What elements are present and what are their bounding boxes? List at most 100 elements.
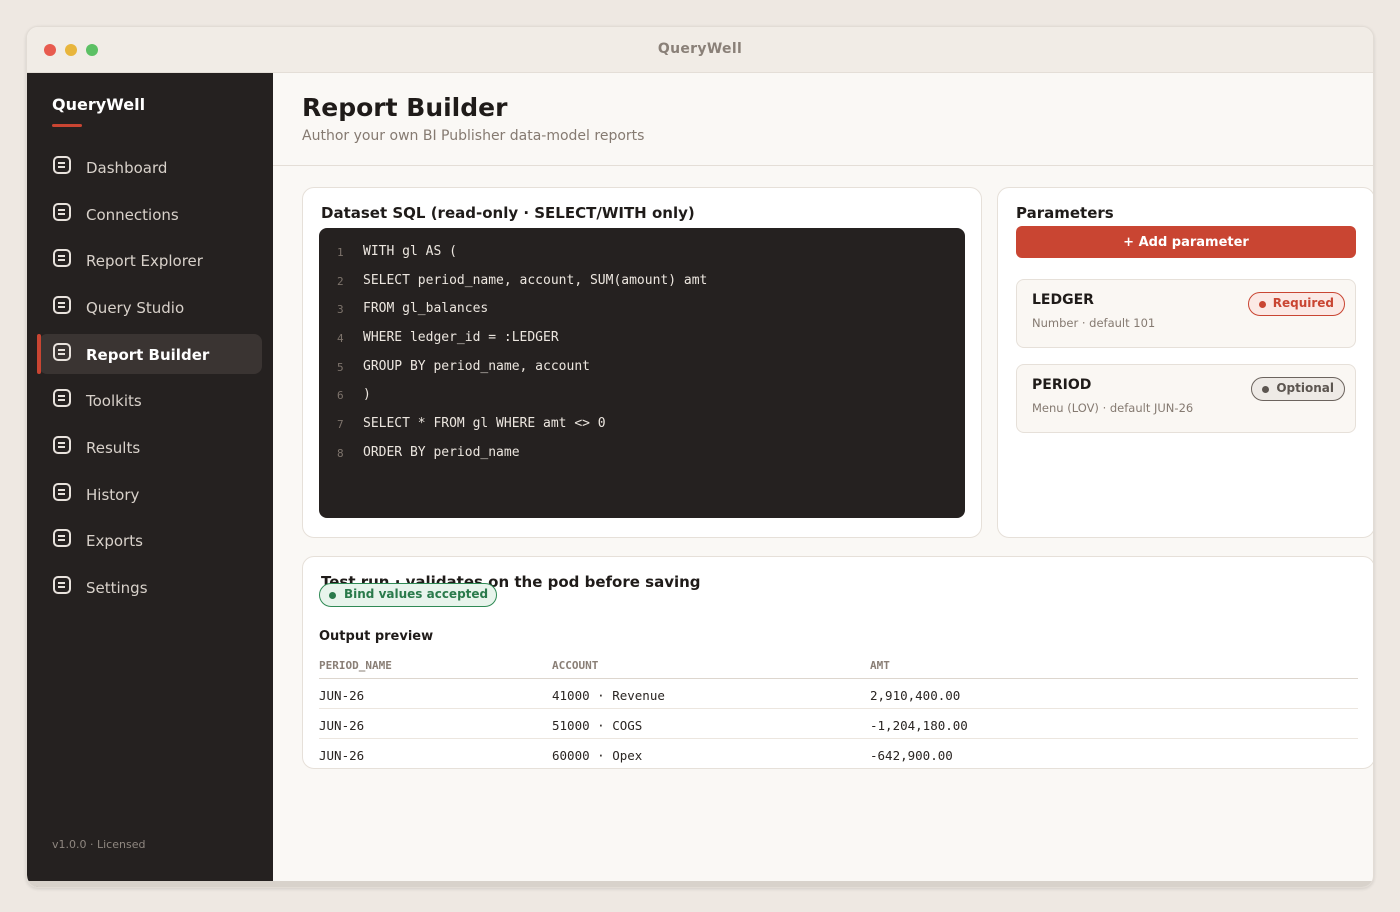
- code-line: 4 WHERE ledger_id = :LEDGER: [319, 328, 965, 357]
- title-bar: QueryWell: [27, 27, 1373, 73]
- dataset-sql-card: Dataset SQL (read-only · SELECT/WITH onl…: [302, 187, 982, 538]
- sidebar-item-label: Report Builder: [86, 346, 210, 364]
- table-cell: JUN-26: [319, 748, 365, 763]
- add-parameter-button[interactable]: + Add parameter: [1016, 226, 1356, 258]
- table-cell: 60000 · Opex: [552, 748, 643, 763]
- sidebar-brand: QueryWell: [52, 95, 146, 114]
- bind-status-badge: Bind values accepted: [319, 583, 498, 607]
- parameter-description: Menu (LOV) · default JUN-26: [1032, 401, 1194, 415]
- version-label: v1.0.0 · Licensed: [52, 838, 146, 851]
- parameter-period[interactable]: PERIOD Menu (LOV) · default JUN-26 Optio…: [1016, 364, 1356, 433]
- active-indicator: [37, 334, 41, 374]
- table-row: JUN-26 51000 · COGS -1,204,180.00: [319, 709, 1358, 739]
- table-cell: 51000 · COGS: [552, 718, 643, 733]
- document-icon: [53, 249, 71, 267]
- window-title: QueryWell: [657, 41, 743, 57]
- document-icon: [53, 389, 71, 407]
- column-header[interactable]: ACCOUNT: [552, 659, 598, 672]
- code-text: ORDER BY period_name: [363, 444, 520, 460]
- line-number: 7: [337, 418, 344, 432]
- line-number: 2: [337, 274, 344, 288]
- line-number: 8: [337, 446, 344, 460]
- sidebar-item-label: Report Explorer: [86, 252, 203, 270]
- sidebar-item-label: History: [86, 486, 140, 504]
- main-content: Report Builder Author your own BI Publis…: [273, 73, 1373, 887]
- parameter-description: Number · default 101: [1032, 316, 1156, 330]
- code-text: WITH gl AS (: [363, 244, 457, 259]
- code-text: SELECT * FROM gl WHERE amt <> 0: [363, 416, 606, 432]
- sidebar-item-connections[interactable]: Connections: [39, 194, 262, 234]
- document-icon: [53, 296, 71, 314]
- line-number: 6: [337, 389, 344, 403]
- document-icon: [53, 436, 71, 454]
- parameters-title: Parameters: [1016, 204, 1114, 222]
- code-line: 2 SELECT period_name, account, SUM(amount…: [319, 271, 965, 300]
- sidebar-item-query-studio[interactable]: Query Studio: [39, 287, 262, 327]
- code-text: GROUP BY period_name, account: [363, 358, 590, 374]
- table-cell: -642,900.00: [870, 748, 953, 763]
- sidebar-item-report-builder[interactable]: Report Builder: [37, 334, 262, 374]
- sidebar-item-dashboard[interactable]: Dashboard: [39, 147, 262, 187]
- optional-badge: Optional: [1251, 377, 1345, 401]
- line-number: 3: [337, 303, 344, 317]
- sidebar-item-history[interactable]: History: [39, 474, 262, 514]
- required-badge: Required: [1247, 292, 1345, 316]
- parameter-ledger[interactable]: LEDGER Number · default 101 Required: [1016, 279, 1356, 348]
- sidebar-item-results[interactable]: Results: [39, 427, 262, 467]
- bottom-edge: [27, 881, 1373, 887]
- code-text: SELECT period_name, account, SUM(amount)…: [363, 272, 708, 288]
- code-line: 1 WITH gl AS (: [319, 242, 965, 271]
- header-divider: [273, 165, 1373, 166]
- sidebar-item-settings[interactable]: Settings: [39, 567, 262, 607]
- code-line: 5 GROUP BY period_name, account: [319, 357, 965, 386]
- sidebar-item-label: Query Studio: [86, 299, 185, 317]
- table-row: JUN-26 41000 · Revenue 2,910,400.00: [319, 679, 1358, 709]
- code-text: WHERE ledger_id = :LEDGER: [363, 330, 559, 346]
- sidebar-item-report-explorer[interactable]: Report Explorer: [39, 240, 262, 280]
- test-run-card: Test run · validates on the pod before s…: [302, 556, 1373, 769]
- output-preview-table: PERIOD_NAME ACCOUNT AMT JUN-26 41000 · R…: [319, 655, 1358, 768]
- document-icon: [53, 483, 71, 501]
- table-cell: 41000 · Revenue: [552, 688, 665, 703]
- table-cell: JUN-26: [319, 718, 365, 733]
- parameters-card: Parameters + Add parameter LEDGER Number…: [997, 187, 1373, 538]
- table-cell: -1,204,180.00: [870, 718, 968, 733]
- code-text: ): [363, 387, 371, 403]
- page-title: Report Builder: [302, 93, 508, 122]
- app-window: QueryWell QueryWell Dashboard Connection…: [26, 26, 1374, 888]
- sidebar-item-label: Connections: [86, 206, 179, 224]
- document-icon: [53, 343, 71, 361]
- table-row: JUN-26 60000 · Opex -642,900.00: [319, 739, 1358, 768]
- sidebar-item-label: Exports: [86, 532, 143, 550]
- parameter-name: LEDGER: [1032, 292, 1094, 308]
- code-line: 7 SELECT * FROM gl WHERE amt <> 0: [319, 414, 965, 443]
- sidebar-item-exports[interactable]: Exports: [39, 520, 262, 560]
- table-cell: JUN-26: [319, 688, 365, 703]
- table-header: PERIOD_NAME ACCOUNT AMT: [319, 655, 1358, 679]
- sql-editor[interactable]: 1 WITH gl AS ( 2 SELECT period_name, accou…: [319, 228, 965, 518]
- column-header[interactable]: AMT: [870, 659, 890, 672]
- line-number: 1: [337, 246, 344, 259]
- document-icon: [53, 529, 71, 547]
- brand-underline: [52, 124, 82, 127]
- line-number: 5: [337, 360, 344, 374]
- page-subtitle: Author your own BI Publisher data-model …: [302, 128, 645, 144]
- sidebar-item-label: Toolkits: [86, 392, 142, 410]
- parameter-name: PERIOD: [1032, 377, 1092, 393]
- sidebar-item-label: Results: [86, 439, 141, 457]
- code-text: FROM gl_balances: [363, 301, 489, 317]
- document-icon: [53, 203, 71, 221]
- sidebar-item-toolkits[interactable]: Toolkits: [39, 380, 262, 420]
- column-header[interactable]: PERIOD_NAME: [319, 659, 392, 672]
- sidebar-item-label: Dashboard: [86, 159, 168, 177]
- dataset-sql-title: Dataset SQL (read-only · SELECT/WITH onl…: [321, 204, 695, 222]
- code-line: 8 ORDER BY period_name: [319, 443, 965, 472]
- sidebar-item-label: Settings: [86, 579, 148, 597]
- document-icon: [53, 576, 71, 594]
- table-cell: 2,910,400.00: [870, 688, 961, 703]
- code-line: 6): [319, 385, 965, 414]
- code-line: 3 FROM gl_balances: [319, 299, 965, 328]
- document-icon: [53, 156, 71, 174]
- output-preview-title: Output preview: [319, 629, 434, 644]
- sidebar: QueryWell Dashboard Connections Report E…: [27, 73, 273, 887]
